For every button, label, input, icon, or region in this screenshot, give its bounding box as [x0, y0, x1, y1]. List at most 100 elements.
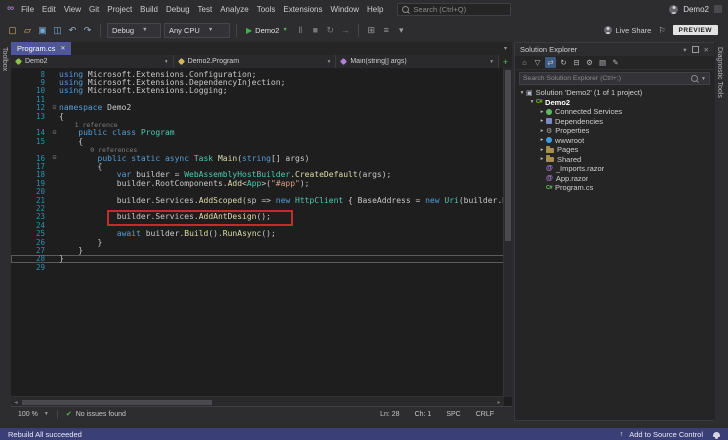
tree-item-imports-razor[interactable]: @ _Imports.razor [515, 164, 714, 174]
code-line[interactable]: 28} [11, 254, 504, 263]
fold-marker-icon[interactable]: ⊟ [50, 154, 59, 162]
tree-item-dependencies[interactable]: ▸ Dependencies [515, 117, 714, 127]
configuration-dropdown[interactable]: Debug ▼ [107, 22, 161, 38]
tree-item-shared[interactable]: ▸ Shared [515, 155, 714, 165]
step-into-icon[interactable]: ⊞ [365, 23, 378, 38]
toolbox-tab[interactable]: Toolbox [1, 42, 8, 71]
issues-indicator[interactable]: No issues found [76, 411, 126, 418]
expander-icon[interactable]: ▸ [538, 118, 546, 124]
menu-git[interactable]: Git [85, 1, 103, 18]
tree-item-solution-demo2-1-of-1-project[interactable]: ▾ ▣ Solution 'Demo2' (1 of 1 project) [515, 88, 714, 98]
pause-icon[interactable]: Ⅱ [294, 23, 307, 38]
code-line[interactable]: 23 builder.Services.AddAntDesign(); [11, 209, 504, 226]
code-line[interactable]: 29 [11, 263, 504, 272]
menu-file[interactable]: File [17, 1, 38, 18]
add-to-source-control-button[interactable]: Add to Source Control [629, 430, 703, 439]
menu-analyze[interactable]: Analyze [216, 1, 252, 18]
code-line[interactable]: 19 builder.RootComponents.Add<App>("#app… [11, 179, 504, 188]
open-folder-icon[interactable]: ▱ [21, 23, 34, 38]
save-all-icon[interactable]: ◫ [51, 23, 64, 38]
scroll-left-icon[interactable]: ◂ [11, 399, 21, 406]
menu-tools[interactable]: Tools [253, 1, 280, 18]
breadcrumb-main-string-args[interactable]: Main(string[] args) ▾ [336, 55, 500, 68]
expander-icon[interactable]: ▸ [538, 156, 546, 162]
toolbar-options-icon[interactable]: ▾ [395, 23, 408, 38]
menu-help[interactable]: Help [363, 1, 387, 18]
live-share-button[interactable]: Live Share [604, 26, 651, 35]
line-ending-indicator[interactable]: CRLF [476, 411, 494, 418]
spaces-indicator[interactable]: SPC [446, 411, 460, 418]
menu-view[interactable]: View [60, 1, 85, 18]
chevron-down-icon: ▼ [701, 75, 706, 82]
code-map-icon[interactable]: ≡ [380, 23, 393, 38]
scroll-right-icon[interactable]: ▸ [494, 399, 504, 406]
menu-window[interactable]: Window [327, 1, 363, 18]
solution-explorer-header[interactable]: Solution Explorer ▾ ✕ [515, 43, 714, 56]
expander-icon[interactable]: ▾ [528, 99, 536, 105]
tree-item-properties[interactable]: ▸ ⚙ Properties [515, 126, 714, 136]
menu-build[interactable]: Build [136, 1, 162, 18]
expander-icon[interactable]: ▸ [538, 137, 546, 143]
quick-search-box[interactable]: Search (Ctrl+Q) [397, 2, 512, 16]
tab-program-cs[interactable]: Program.cs ✕ [11, 42, 72, 55]
scrollbar-thumb[interactable] [22, 399, 212, 405]
menu-project[interactable]: Project [103, 1, 136, 18]
expander-icon[interactable]: ▸ [538, 128, 546, 134]
show-next-statement-icon[interactable]: → [339, 23, 352, 38]
properties-gear-icon[interactable]: ⚙ [584, 57, 595, 68]
redo-icon[interactable]: ↷ [81, 23, 94, 38]
feedback-icon[interactable]: ⚐ [658, 26, 665, 35]
home-icon[interactable]: ⌂ [519, 57, 530, 68]
fold-marker-icon[interactable]: ⊟ [50, 104, 59, 112]
breadcrumb-demo2[interactable]: Demo2 ▾ [11, 55, 174, 68]
refresh-icon[interactable]: ↻ [558, 57, 569, 68]
zoom-level[interactable]: 100 % [18, 411, 38, 418]
editor-vertical-scrollbar[interactable] [503, 68, 512, 397]
expander-icon[interactable]: ▸ [538, 109, 546, 115]
notifications-bell-icon[interactable] [713, 431, 720, 439]
expander-icon[interactable]: ▸ [538, 147, 546, 153]
menu-debug[interactable]: Debug [162, 1, 194, 18]
platform-dropdown[interactable]: Any CPU ▼ [164, 22, 230, 38]
menu-extensions[interactable]: Extensions [279, 1, 326, 18]
solution-search-box[interactable]: Search Solution Explorer (Ctrl+;) ▼ [519, 72, 710, 85]
chevron-down-icon[interactable]: ▾ [683, 46, 686, 54]
tree-item-program-cs[interactable]: C# Program.cs [515, 183, 714, 193]
filter-icon[interactable]: ▽ [532, 57, 543, 68]
diagnostic-tools-tab[interactable]: Diagnostic Tools [716, 42, 723, 98]
tree-item-wwwroot[interactable]: ▸ wwwroot [515, 136, 714, 146]
tree-item-connected-services[interactable]: ▸ Connected Services [515, 107, 714, 117]
restart-icon[interactable]: ↻ [324, 23, 337, 38]
breadcrumb-demo2-program[interactable]: Demo2.Program ▾ [173, 55, 337, 68]
user-avatar[interactable] [669, 4, 679, 14]
new-file-icon[interactable]: ▢ [6, 23, 19, 38]
code-line[interactable]: 21 builder.Services.AddScoped(sp => new … [11, 196, 504, 205]
tree-item-app-razor[interactable]: @ App.razor [515, 174, 714, 184]
pin-icon[interactable] [691, 46, 699, 53]
expander-icon[interactable]: ▾ [518, 90, 526, 96]
account-name[interactable]: Demo2 [683, 5, 709, 14]
collapse-all-icon[interactable]: ⊟ [571, 57, 582, 68]
scrollbar-thumb[interactable] [505, 70, 511, 242]
active-files-icon[interactable]: ▾ [504, 45, 507, 52]
column-indicator[interactable]: Ch: 1 [415, 411, 432, 418]
stop-icon[interactable]: ■ [309, 23, 322, 38]
sync-with-active-document-icon[interactable]: ⇄ [545, 57, 556, 68]
start-debugging-button[interactable]: ▶ Demo2 ▼ [243, 26, 291, 35]
fold-marker-icon[interactable]: ⊟ [50, 129, 59, 137]
tree-item-pages[interactable]: ▸ Pages [515, 145, 714, 155]
code-editor[interactable]: 8 using Microsoft.Extensions.Configuratio… [11, 68, 504, 397]
notifications-icon[interactable] [714, 5, 722, 13]
menu-test[interactable]: Test [194, 1, 217, 18]
line-indicator[interactable]: Ln: 28 [380, 411, 399, 418]
undo-icon[interactable]: ↶ [66, 23, 79, 38]
menu-edit[interactable]: Edit [38, 1, 60, 18]
tree-item-demo2[interactable]: ▾ C# Demo2 [515, 98, 714, 108]
close-icon[interactable]: ✕ [704, 46, 709, 54]
close-icon[interactable]: ✕ [60, 45, 65, 52]
split-add-icon[interactable]: + [499, 55, 512, 68]
save-icon[interactable]: ▣ [36, 23, 49, 38]
edit-icon[interactable]: ✎ [610, 57, 621, 68]
show-all-files-icon[interactable]: ▤ [597, 57, 608, 68]
code-line[interactable]: 10 using Microsoft.Extensions.Logging; [11, 86, 504, 95]
